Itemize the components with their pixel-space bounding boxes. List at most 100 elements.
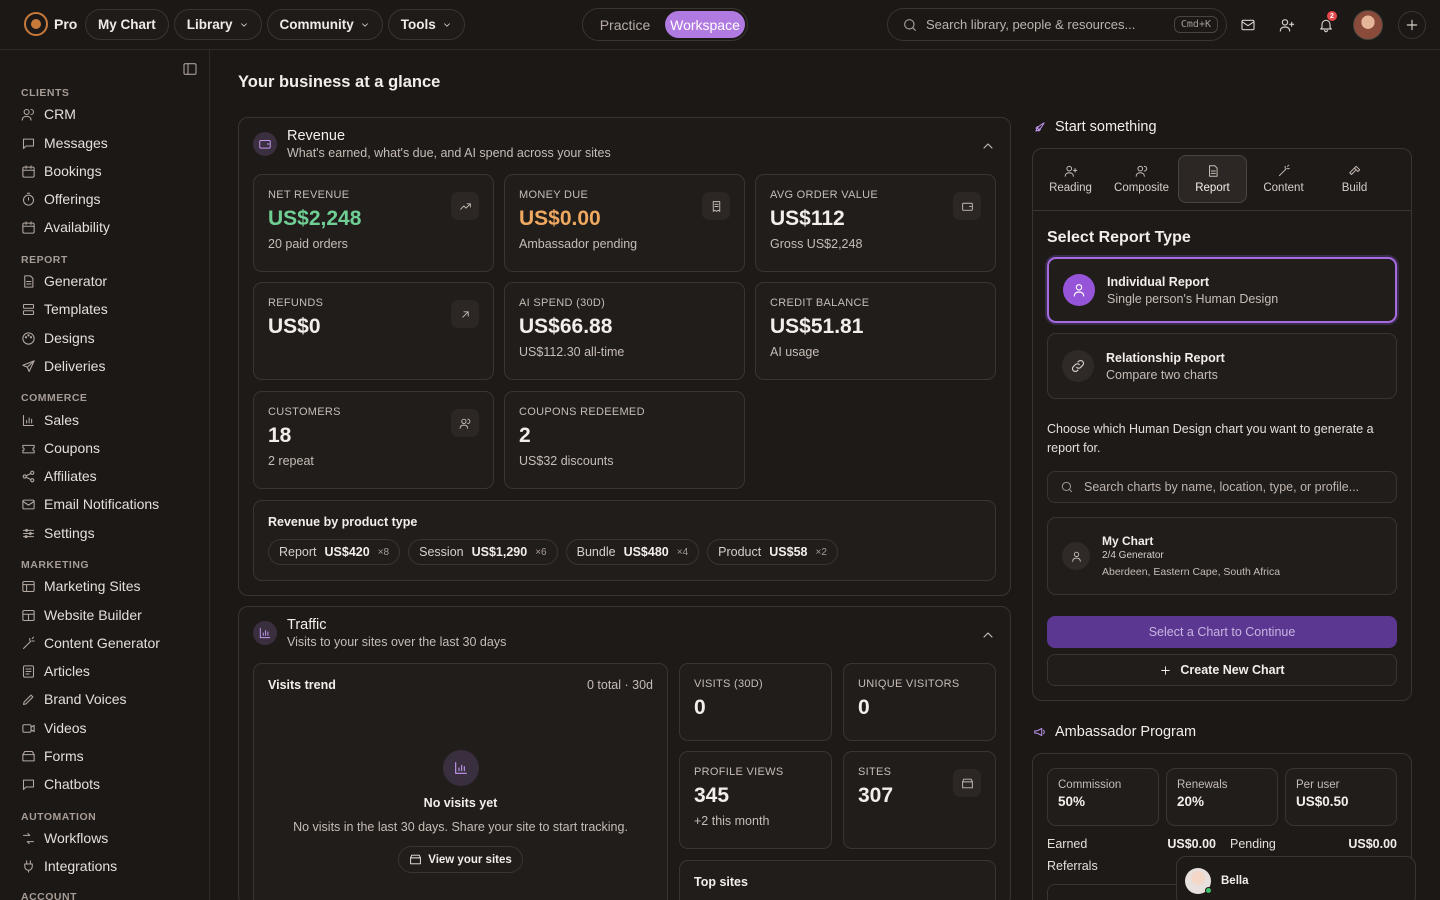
sidebar-item-email-notifications[interactable]: Email Notifications bbox=[21, 494, 159, 514]
sidebar-item-generator[interactable]: Generator bbox=[21, 271, 107, 291]
nav-tools[interactable]: Tools bbox=[387, 9, 465, 40]
tab-report[interactable]: Report bbox=[1178, 155, 1247, 203]
nav-my-chart[interactable]: My Chart bbox=[85, 9, 169, 40]
report-type-individual[interactable]: Individual Report Single person's Human … bbox=[1047, 257, 1397, 323]
sidebar-item-marketing-sites[interactable]: Marketing Sites bbox=[21, 576, 140, 596]
revenue-by-product: Revenue by product type Report US$420 ×8 S… bbox=[253, 500, 996, 581]
document-icon bbox=[1208, 165, 1218, 177]
sidebar-collapse-button[interactable] bbox=[182, 61, 198, 77]
sidebar-item-articles[interactable]: Articles bbox=[21, 661, 90, 681]
nav-library[interactable]: Library bbox=[173, 9, 262, 40]
chart-type: 2/4 Generator bbox=[1102, 550, 1164, 561]
sidebar-item-crm[interactable]: CRM bbox=[21, 104, 76, 124]
metric-label: AVG ORDER VALUE bbox=[770, 189, 879, 201]
mode-workspace[interactable]: Workspace bbox=[665, 11, 745, 38]
visits-trend-card: Visits trend 0 total · 30d No visits yet… bbox=[253, 663, 668, 900]
metric-sub: 20 paid orders bbox=[268, 237, 348, 251]
brand-logo[interactable]: Pro bbox=[24, 12, 77, 36]
sidebar-item-availability[interactable]: Availability bbox=[21, 217, 110, 237]
sidebar-item-offerings[interactable]: Offerings bbox=[21, 189, 101, 209]
sidebar-item-affiliates[interactable]: Affiliates bbox=[21, 466, 97, 486]
sliders-icon bbox=[22, 528, 35, 538]
sidebar-item-templates[interactable]: Templates bbox=[21, 299, 108, 319]
tab-build[interactable]: Build bbox=[1320, 155, 1389, 203]
chart-list-item[interactable]: My Chart 2/4 Generator Aberdeen, Eastern… bbox=[1047, 517, 1397, 595]
metric-label: CUSTOMERS bbox=[268, 406, 341, 418]
sidebar-item-label: CRM bbox=[44, 106, 76, 122]
product-chip-product[interactable]: Product US$58 ×2 bbox=[707, 539, 838, 565]
mode-practice[interactable]: Practice bbox=[585, 11, 665, 38]
sidebar-item-forms[interactable]: Forms bbox=[21, 746, 84, 766]
sidebar-item-coupons[interactable]: Coupons bbox=[21, 438, 100, 458]
create-chart-button[interactable]: Create New Chart bbox=[1047, 654, 1397, 686]
tab-reading[interactable]: Reading bbox=[1036, 155, 1105, 203]
continue-button[interactable]: Select a Chart to Continue bbox=[1047, 616, 1397, 648]
sidebar-item-brand-voices[interactable]: Brand Voices bbox=[21, 689, 127, 709]
product-chip-session[interactable]: Session US$1,290 ×6 bbox=[408, 539, 558, 565]
sidebar-item-deliveries[interactable]: Deliveries bbox=[21, 356, 105, 376]
megaphone-icon bbox=[1034, 728, 1045, 736]
sidebar-item-designs[interactable]: Designs bbox=[21, 328, 95, 348]
report-type-subtitle: Compare two charts bbox=[1106, 367, 1218, 382]
search-input[interactable]: Search library, people & resources... bbox=[926, 17, 1166, 32]
select-report-title: Select Report Type bbox=[1047, 229, 1191, 246]
search-icon bbox=[904, 18, 916, 31]
report-type-relationship[interactable]: Relationship Report Compare two charts bbox=[1047, 333, 1397, 399]
sidebar-item-messages[interactable]: Messages bbox=[21, 133, 108, 153]
sidebar-item-chatbots[interactable]: Chatbots bbox=[21, 774, 100, 794]
sidebar-item-sales[interactable]: Sales bbox=[21, 410, 79, 430]
create-button[interactable] bbox=[1398, 11, 1426, 39]
workflow-icon bbox=[22, 832, 35, 844]
product-chip-report[interactable]: Report US$420 ×8 bbox=[268, 539, 401, 565]
sidebar: CLIENTS CRM Messages Bookings Offerings … bbox=[0, 50, 210, 900]
sidebar-item-integrations[interactable]: Integrations bbox=[21, 856, 117, 876]
top-sites-title: Top sites bbox=[694, 875, 748, 889]
metric-ai-spend: AI SPEND (30D) US$66.88 US$112.30 all-ti… bbox=[504, 282, 745, 380]
product-chips: Report US$420 ×8 Session US$1,290 ×6 Bundle U… bbox=[268, 539, 981, 565]
section-marketing: MARKETING bbox=[21, 559, 90, 571]
sidebar-item-settings[interactable]: Settings bbox=[21, 523, 95, 543]
tab-content[interactable]: Content bbox=[1249, 155, 1318, 203]
invite-button[interactable] bbox=[1275, 11, 1299, 39]
chart-search[interactable]: Search charts by name, location, type, o… bbox=[1047, 471, 1397, 503]
chat-widget[interactable]: Bella bbox=[1176, 856, 1416, 900]
article-icon bbox=[22, 664, 35, 678]
chart-search-input[interactable]: Search charts by name, location, type, o… bbox=[1084, 480, 1359, 494]
sidebar-item-bookings[interactable]: Bookings bbox=[21, 161, 102, 181]
sidebar-item-content-generator[interactable]: Content Generator bbox=[21, 633, 160, 653]
sidebar-item-label: Articles bbox=[44, 663, 90, 679]
tab-label: Reading bbox=[1049, 182, 1092, 194]
nav-community[interactable]: Community bbox=[266, 9, 383, 40]
trend-up-icon bbox=[451, 192, 479, 220]
mail-button[interactable] bbox=[1236, 11, 1260, 39]
tab-label: Content bbox=[1263, 182, 1304, 194]
pen-icon bbox=[22, 694, 34, 705]
tab-composite[interactable]: Composite bbox=[1107, 155, 1176, 203]
tile-commission: Commission 50% bbox=[1047, 768, 1159, 826]
metric-coupons-redeemed: COUPONS REDEEMED 2 US$32 discounts bbox=[504, 391, 745, 489]
view-sites-button[interactable]: View your sites bbox=[398, 846, 523, 873]
user-avatar[interactable] bbox=[1353, 10, 1383, 40]
global-search[interactable]: Search library, people & resources... Cm… bbox=[887, 8, 1227, 41]
grid-icon bbox=[22, 609, 35, 621]
chevron-up-icon[interactable] bbox=[980, 627, 996, 643]
nav-label: Community bbox=[279, 17, 354, 32]
tile-per-user: Per user US$0.50 bbox=[1285, 768, 1397, 826]
chevron-up-icon[interactable] bbox=[980, 138, 996, 154]
top-bar: Pro My Chart Library Community Tools Pra… bbox=[0, 0, 1440, 50]
report-type-title: Relationship Report bbox=[1106, 350, 1225, 365]
product-chip-bundle[interactable]: Bundle US$480 ×4 bbox=[565, 539, 700, 565]
metric-sub: US$112.30 all-time bbox=[519, 345, 625, 359]
metric-value: US$66.88 bbox=[519, 315, 613, 338]
notifications-button[interactable]: 2 bbox=[1314, 11, 1338, 39]
sidebar-item-label: Content Generator bbox=[44, 635, 160, 651]
sidebar-item-label: Website Builder bbox=[44, 607, 142, 623]
visits-empty-state: No visits yet No visits in the last 30 d… bbox=[254, 750, 667, 873]
revenue-panel: Revenue What's earned, what's due, and A… bbox=[238, 117, 1011, 596]
earned-label: Earned bbox=[1047, 837, 1088, 851]
sidebar-item-website-builder[interactable]: Website Builder bbox=[21, 605, 142, 625]
metric-sub: AI usage bbox=[770, 345, 820, 359]
tile-value: US$0.50 bbox=[1296, 794, 1349, 809]
sidebar-item-videos[interactable]: Videos bbox=[21, 718, 87, 738]
sidebar-item-workflows[interactable]: Workflows bbox=[21, 828, 108, 848]
